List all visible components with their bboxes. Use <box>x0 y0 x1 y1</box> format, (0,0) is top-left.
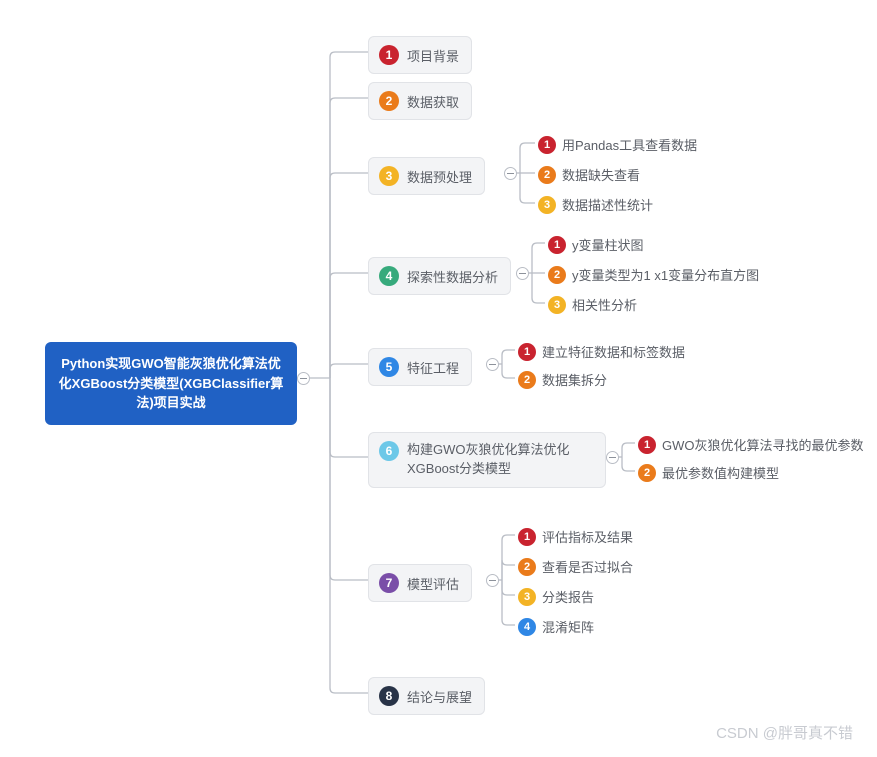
label-6: 构建GWO灰狼优化算法优化XGBoost分类模型 <box>407 441 593 479</box>
label-5-1: 建立特征数据和标签数据 <box>542 342 685 361</box>
label-6-1: GWO灰狼优化算法寻找的最优参数 <box>662 435 864 454</box>
leaf-7-1[interactable]: 1 评估指标及结果 <box>518 527 633 546</box>
leaf-4-1[interactable]: 1 y变量柱状图 <box>548 235 644 254</box>
node-feature-engineering[interactable]: 5 特征工程 <box>368 348 472 386</box>
toggle-7[interactable] <box>486 574 499 587</box>
badge-3-3: 3 <box>538 196 556 214</box>
badge-7-2: 2 <box>518 558 536 576</box>
label-5-2: 数据集拆分 <box>542 370 607 389</box>
badge-3-2: 2 <box>538 166 556 184</box>
label-7: 模型评估 <box>407 574 459 593</box>
label-4-3: 相关性分析 <box>572 295 637 314</box>
label-7-2: 查看是否过拟合 <box>542 557 633 576</box>
label-4: 探索性数据分析 <box>407 267 498 286</box>
label-3-1: 用Pandas工具查看数据 <box>562 135 697 154</box>
leaf-5-1[interactable]: 1 建立特征数据和标签数据 <box>518 342 685 361</box>
label-8: 结论与展望 <box>407 687 472 706</box>
node-data-preprocessing[interactable]: 3 数据预处理 <box>368 157 485 195</box>
toggle-6[interactable] <box>606 451 619 464</box>
node-conclusion[interactable]: 8 结论与展望 <box>368 677 485 715</box>
label-7-4: 混淆矩阵 <box>542 617 594 636</box>
label-3: 数据预处理 <box>407 167 472 186</box>
label-5: 特征工程 <box>407 358 459 377</box>
badge-3-1: 1 <box>538 136 556 154</box>
label-1: 项目背景 <box>407 46 459 65</box>
badge-5-1: 1 <box>518 343 536 361</box>
toggle-5[interactable] <box>486 358 499 371</box>
node-project-background[interactable]: 1 项目背景 <box>368 36 472 74</box>
label-3-3: 数据描述性统计 <box>562 195 653 214</box>
leaf-3-1[interactable]: 1 用Pandas工具查看数据 <box>538 135 697 154</box>
label-3-2: 数据缺失查看 <box>562 165 640 184</box>
badge-4-2: 2 <box>548 266 566 284</box>
node-eda[interactable]: 4 探索性数据分析 <box>368 257 511 295</box>
badge-6-1: 1 <box>638 436 656 454</box>
badge-7-3: 3 <box>518 588 536 606</box>
leaf-6-2[interactable]: 2 最优参数值构建模型 <box>638 463 779 482</box>
leaf-4-3[interactable]: 3 相关性分析 <box>548 295 637 314</box>
watermark: CSDN @胖哥真不错 <box>716 722 853 743</box>
node-data-acquisition[interactable]: 2 数据获取 <box>368 82 472 120</box>
toggle-3[interactable] <box>504 167 517 180</box>
badge-5-2: 2 <box>518 371 536 389</box>
leaf-4-2[interactable]: 2 y变量类型为1 x1变量分布直方图 <box>548 265 759 284</box>
node-model-evaluation[interactable]: 7 模型评估 <box>368 564 472 602</box>
toggle-4[interactable] <box>516 267 529 280</box>
leaf-3-3[interactable]: 3 数据描述性统计 <box>538 195 653 214</box>
leaf-7-4[interactable]: 4 混淆矩阵 <box>518 617 594 636</box>
root-label: Python实现GWO智能灰狼优化算法优化XGBoost分类模型(XGBClas… <box>59 356 284 410</box>
badge-4: 4 <box>379 266 399 286</box>
badge-4-3: 3 <box>548 296 566 314</box>
label-2: 数据获取 <box>407 92 459 111</box>
label-7-1: 评估指标及结果 <box>542 527 633 546</box>
badge-2: 2 <box>379 91 399 111</box>
badge-5: 5 <box>379 357 399 377</box>
node-build-gwo-xgboost[interactable]: 6 构建GWO灰狼优化算法优化XGBoost分类模型 <box>368 432 606 488</box>
badge-6: 6 <box>379 441 399 461</box>
badge-7-1: 1 <box>518 528 536 546</box>
badge-7: 7 <box>379 573 399 593</box>
badge-7-4: 4 <box>518 618 536 636</box>
label-6-2: 最优参数值构建模型 <box>662 463 779 482</box>
toggle-root[interactable] <box>297 372 310 385</box>
leaf-7-2[interactable]: 2 查看是否过拟合 <box>518 557 633 576</box>
badge-1: 1 <box>379 45 399 65</box>
leaf-6-1[interactable]: 1 GWO灰狼优化算法寻找的最优参数 <box>638 435 864 454</box>
root-node[interactable]: Python实现GWO智能灰狼优化算法优化XGBoost分类模型(XGBClas… <box>45 342 297 425</box>
badge-4-1: 1 <box>548 236 566 254</box>
leaf-5-2[interactable]: 2 数据集拆分 <box>518 370 607 389</box>
badge-6-2: 2 <box>638 464 656 482</box>
badge-3: 3 <box>379 166 399 186</box>
label-4-2: y变量类型为1 x1变量分布直方图 <box>572 265 759 284</box>
badge-8: 8 <box>379 686 399 706</box>
label-7-3: 分类报告 <box>542 587 594 606</box>
leaf-7-3[interactable]: 3 分类报告 <box>518 587 594 606</box>
leaf-3-2[interactable]: 2 数据缺失查看 <box>538 165 640 184</box>
label-4-1: y变量柱状图 <box>572 235 644 254</box>
